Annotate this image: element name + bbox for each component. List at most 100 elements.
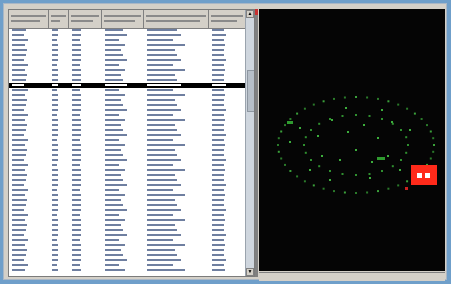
table-cell [212,169,225,171]
table-cell [212,174,224,176]
map-dot [355,96,357,98]
table-cell [72,94,81,96]
table-cell [212,269,225,271]
table-cell [12,154,26,156]
table-cell [72,154,81,156]
map-dot [329,170,331,172]
table-cell [105,74,121,76]
map-dot [277,137,280,140]
map-dot [391,121,393,123]
table-cell [147,129,177,131]
map-view[interactable] [259,9,445,271]
table-cell [212,119,225,121]
map-dot [413,112,416,115]
column-header-6[interactable] [209,10,246,28]
table-cell [52,114,57,116]
table-cell [105,159,127,161]
table-cell [52,149,58,151]
table-cell [147,244,185,246]
table-cell [105,54,123,56]
map-dot [333,97,335,100]
table-cell [212,74,224,76]
table-cell [105,139,119,141]
table-cell [72,84,81,86]
column-header-3[interactable] [69,10,102,28]
table-cell [212,39,224,41]
table-cell [212,149,224,151]
scroll-down-arrow-icon[interactable]: ▼ [246,268,254,276]
column-header-5[interactable] [144,10,209,28]
table-row[interactable] [9,268,246,273]
table-cell [105,199,121,201]
table-cell [72,224,81,226]
map-dot [312,184,315,187]
table-cell [12,119,25,121]
table-cell [147,114,173,116]
table-cell [212,64,224,66]
map-dot [333,190,335,193]
map-dot [406,180,409,183]
column-header-label [104,20,135,22]
table-cell [105,114,119,116]
table-cell [212,59,226,61]
table-cell [12,144,25,146]
table-cell [147,124,175,126]
column-header-4[interactable] [102,10,144,28]
scroll-up-arrow-icon[interactable]: ▲ [246,10,254,18]
table-cell [72,209,81,211]
table-cell [12,59,24,61]
map-dot [366,96,369,99]
map-dot [387,100,390,103]
table-cell [72,249,81,251]
map-dot [407,144,409,146]
table-cell [105,154,123,156]
table-cell [72,64,80,66]
table-cell [72,119,81,121]
map-dot [329,118,331,120]
table-cell [105,64,119,66]
column-header-1[interactable] [9,10,49,28]
table-cell [212,129,224,131]
table-cell [12,214,28,216]
map-canvas[interactable] [259,9,445,271]
data-table[interactable]: ▲ ▼ [8,9,255,277]
map-dot [405,151,408,154]
table-cell [52,69,58,71]
table-cell [147,264,173,266]
table-cell [72,59,81,61]
table-cell [212,224,224,226]
table-cell [52,59,58,61]
table-cell [105,254,123,256]
scrollbar-thumb[interactable] [247,70,254,112]
table-cell [12,239,28,241]
table-cell [105,119,125,121]
table-cell [72,164,80,166]
map-dot [277,144,279,146]
map-dot [355,192,357,194]
table-cell [147,214,173,216]
table-cell [105,99,121,101]
table-cell [12,249,27,251]
map-dot [280,130,283,133]
map-dot [329,179,331,181]
table-cell [72,49,81,51]
table-cell [72,104,81,106]
table-cell [147,39,173,41]
table-cell [147,204,177,206]
table-cell [52,109,58,111]
table-cell [147,159,181,161]
table-cell [72,54,81,56]
map-dot [318,165,321,168]
table-cell [105,89,119,91]
map-dot [400,129,402,131]
table-cell [105,169,125,171]
vertical-scrollbar[interactable]: ▲ ▼ [245,10,254,276]
pane-splitter[interactable] [255,9,258,277]
map-dot [355,174,357,176]
table-cell [147,234,181,236]
table-cell [147,249,175,251]
table-cell [52,269,58,271]
column-header-2[interactable] [49,10,69,28]
map-dot [377,97,379,100]
table-cell [105,49,121,51]
